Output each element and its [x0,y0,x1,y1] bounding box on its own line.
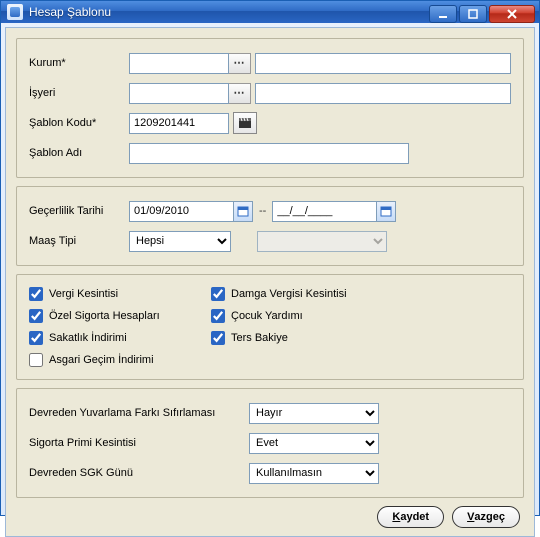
ellipsis-icon: ⋯ [234,88,246,99]
calendar-icon [237,205,249,217]
cancel-button[interactable]: Vazgeç [452,506,520,528]
clapper-icon [238,117,252,129]
maximize-button[interactable] [459,5,487,23]
opt3-label: Devreden SGK Günü [29,467,249,479]
footer: Kaydet Vazgeç [16,506,524,528]
minimize-button[interactable] [429,5,457,23]
sablon-adi-input[interactable] [129,143,409,164]
opt1-select[interactable]: Hayır [249,403,379,424]
chk-ters-bakiye-box[interactable] [211,331,225,345]
chk-label: Çocuk Yardımı [231,310,303,322]
save-button[interactable]: Kaydet [377,506,444,528]
chk-vergi-kesintisi-box[interactable] [29,287,43,301]
close-button[interactable] [489,5,535,23]
chk-sakatlik-indirimi[interactable]: Sakatlık İndirimi [29,331,199,345]
chk-damga-vergisi-box[interactable] [211,287,225,301]
chk-label: Sakatlık İndirimi [49,332,127,344]
maximize-icon [468,9,478,19]
chk-label: Asgari Geçim İndirimi [49,354,154,366]
sablon-kodu-label: Şablon Kodu* [29,117,129,129]
chk-damga-vergisi[interactable]: Damga Vergisi Kesintisi [211,287,511,301]
chk-sakatlik-indirimi-box[interactable] [29,331,43,345]
chk-label: Ters Bakiye [231,332,288,344]
group-settings: Devreden Yuvarlama Farkı Sıfırlaması Hay… [16,388,524,498]
chk-label: Vergi Kesintisi [49,288,118,300]
chk-label: Damga Vergisi Kesintisi [231,288,347,300]
sablon-kodu-action-button[interactable] [233,112,257,134]
chk-ozel-sigorta-box[interactable] [29,309,43,323]
date-to-picker-button[interactable] [376,201,396,222]
chk-cocuk-yardimi-box[interactable] [211,309,225,323]
calendar-icon [380,205,392,217]
kurum-desc-input[interactable] [255,53,511,74]
chk-ozel-sigorta[interactable]: Özel Sigorta Hesapları [29,309,199,323]
group-identity: Kurum* ⋯ İşyeri ⋯ Şablon Kodu* [16,38,524,178]
group-options: Vergi Kesintisi Damga Vergisi Kesintisi … [16,274,524,380]
chk-asgari-gecim[interactable]: Asgari Geçim İndirimi [29,353,199,367]
window-title: Hesap Şablonu [29,5,111,19]
date-to-input[interactable] [272,201,376,222]
isyeri-label: İşyeri [29,87,129,99]
sablon-kodu-input[interactable] [129,113,229,134]
isyeri-desc-input[interactable] [255,83,511,104]
opt1-label: Devreden Yuvarlama Farkı Sıfırlaması [29,407,249,419]
ellipsis-icon: ⋯ [234,58,246,69]
chk-cocuk-yardimi[interactable]: Çocuk Yardımı [211,309,511,323]
maas-tipi-label: Maaş Tipi [29,235,129,247]
chk-ters-bakiye[interactable]: Ters Bakiye [211,331,511,345]
kurum-input[interactable] [129,53,229,74]
secondary-select [257,231,387,252]
gecerlilik-label: Geçerlilik Tarihi [29,205,129,217]
opt2-select[interactable]: Evet [249,433,379,454]
opt2-label: Sigorta Primi Kesintisi [29,437,249,449]
chk-vergi-kesintisi[interactable]: Vergi Kesintisi [29,287,199,301]
maas-tipi-select[interactable]: Hepsi [129,231,231,252]
kurum-label: Kurum* [29,57,129,69]
minimize-icon [438,9,448,19]
chk-label: Özel Sigorta Hesapları [49,310,160,322]
date-from-picker-button[interactable] [233,201,253,222]
app-window: Hesap Şablonu Kurum* ⋯ [0,0,540,516]
isyeri-lookup-button[interactable]: ⋯ [229,83,251,104]
kurum-lookup-button[interactable]: ⋯ [229,53,251,74]
isyeri-input[interactable] [129,83,229,104]
client-area: Kurum* ⋯ İşyeri ⋯ Şablon Kodu* [5,27,535,537]
group-validity: Geçerlilik Tarihi -- Maaş Tipi [16,186,524,266]
chk-asgari-gecim-box[interactable] [29,353,43,367]
app-icon [7,4,23,20]
close-icon [506,9,518,19]
title-bar: Hesap Şablonu [1,1,539,23]
sablon-adi-label: Şablon Adı [29,147,129,159]
date-separator: -- [259,205,266,217]
opt3-select[interactable]: Kullanılmasın [249,463,379,484]
date-from-input[interactable] [129,201,233,222]
